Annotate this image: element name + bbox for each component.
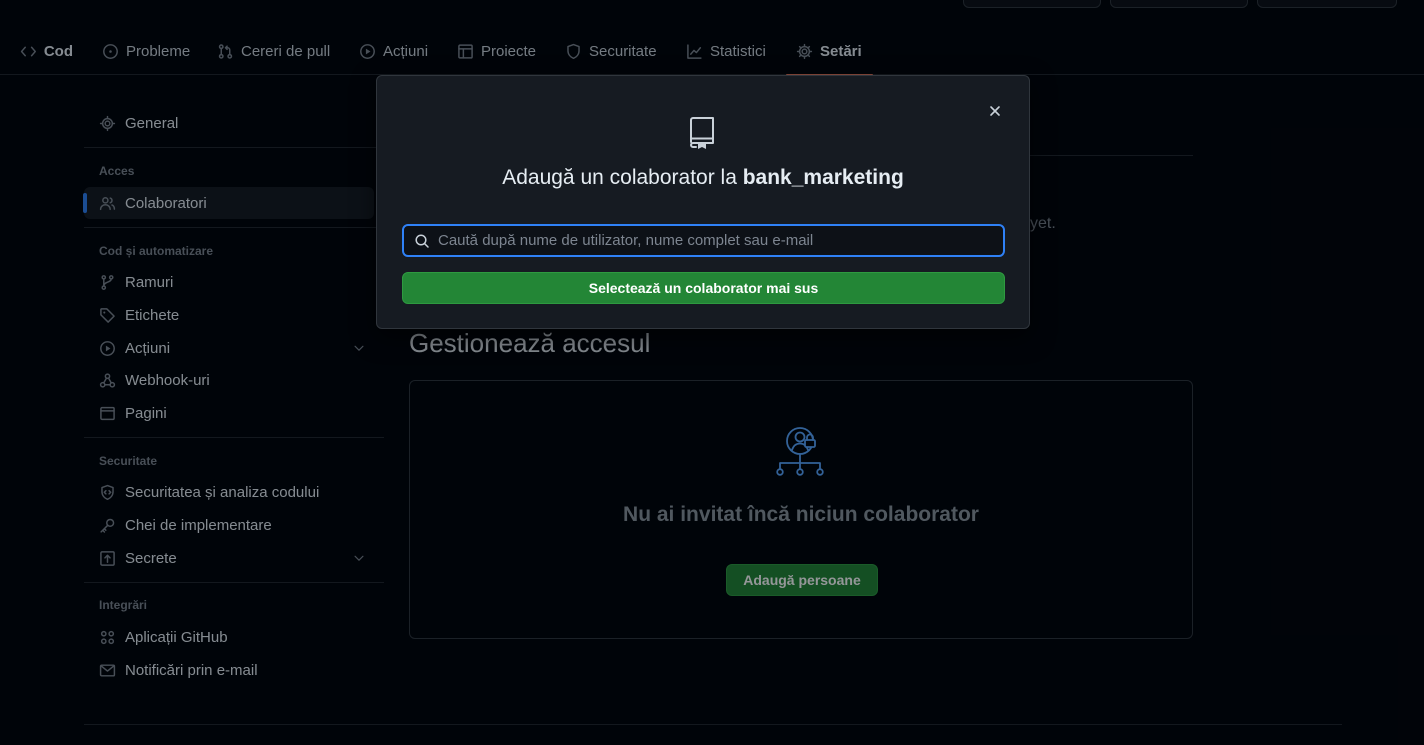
search-icon <box>415 233 429 248</box>
dialog-title: Adaugă un colaborator la bank_marketing <box>377 166 1029 190</box>
collaborator-search-input[interactable] <box>438 232 1003 249</box>
repo-icon <box>690 117 714 149</box>
select-collaborator-button[interactable]: Selectează un colaborator mai sus <box>402 272 1005 304</box>
dialog-repo-name: bank_marketing <box>742 166 904 189</box>
close-icon[interactable] <box>987 103 1003 119</box>
collaborator-search[interactable] <box>402 224 1005 257</box>
dialog-title-prefix: Adaugă un colaborator la <box>502 166 737 189</box>
add-collaborator-dialog: Adaugă un colaborator la bank_marketing … <box>376 75 1030 329</box>
